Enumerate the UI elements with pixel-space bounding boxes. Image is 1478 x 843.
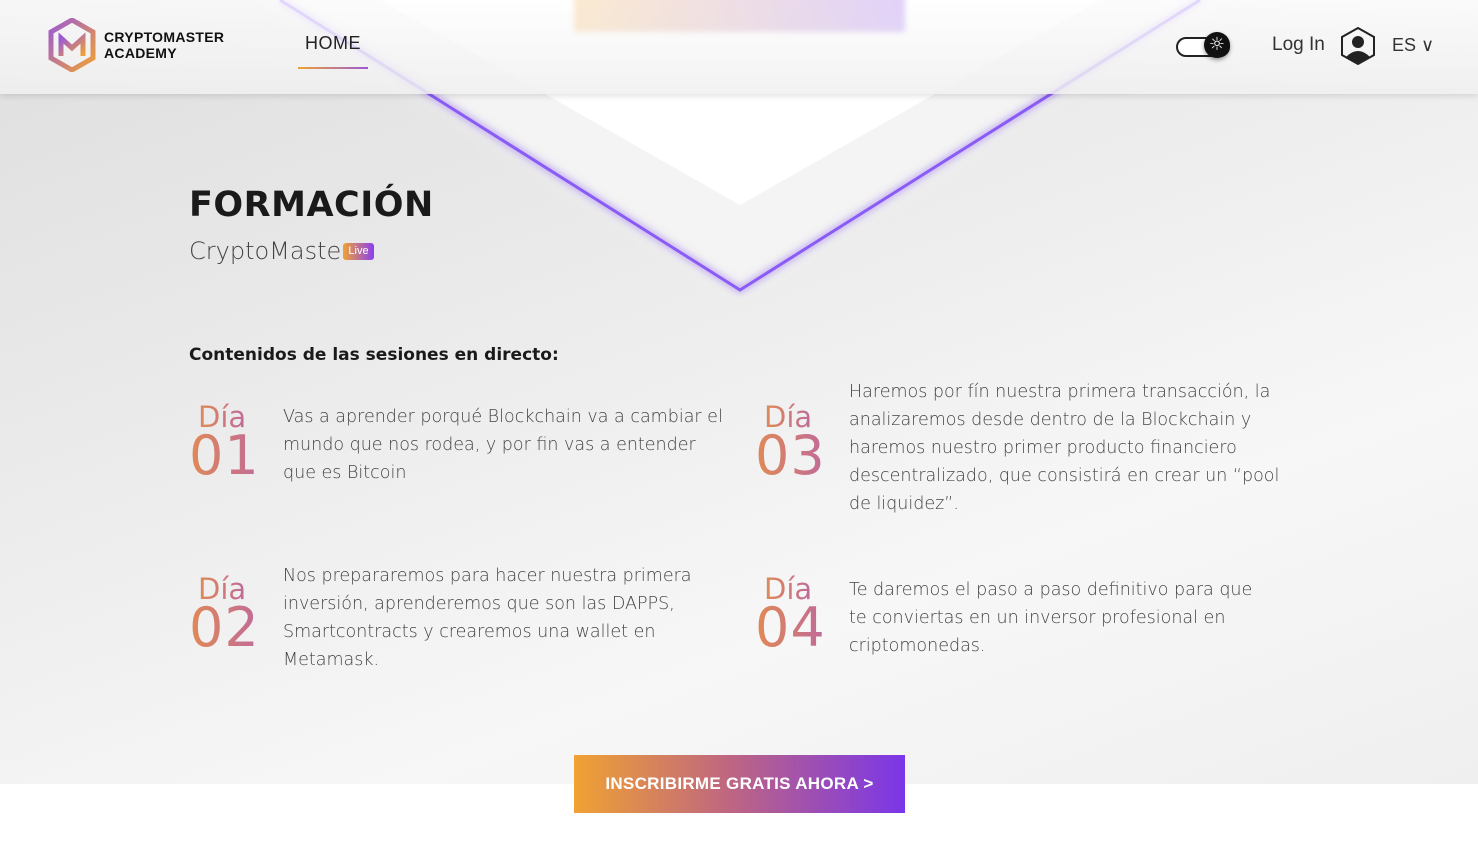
signup-free-button[interactable]: INSCRIBIRME GRATIS AHORA > (574, 755, 905, 813)
nav-home-link[interactable]: HOME (298, 33, 368, 69)
day-number: 01 (189, 424, 260, 487)
sessions-heading: Contenidos de las sesiones en directo: (189, 345, 559, 365)
day-description-01: Vas a aprender porqué Blockchain va a ca… (283, 407, 723, 483)
day-description-02: Nos prepararemos para hacer nuestra prim… (283, 566, 692, 670)
day-description-03: Haremos por fín nuestra primera transacc… (849, 382, 1280, 514)
language-selector[interactable]: ES ∨ (1392, 35, 1434, 56)
logo-line-2: ACADEMY (104, 45, 177, 61)
day-number: 03 (755, 424, 826, 487)
day-number: 04 (755, 596, 826, 659)
user-icon[interactable] (1340, 27, 1376, 65)
top-navigation: CRYPTOMASTER ACADEMY HOME Log In ES ∨ (0, 0, 1478, 94)
cryptomaster-logo-icon[interactable] (48, 18, 96, 72)
day-description-04: Te daremos el paso a paso definitivo par… (849, 580, 1253, 656)
live-badge: Live (343, 243, 374, 260)
sun-icon[interactable] (1204, 32, 1230, 58)
page-title: FORMACIÓN (189, 185, 434, 225)
login-link[interactable]: Log In (1272, 34, 1325, 56)
page-subtitle: CryptoMaster (189, 237, 352, 265)
logo-text[interactable]: CRYPTOMASTER ACADEMY (104, 29, 224, 61)
day-number: 02 (189, 596, 260, 659)
logo-line-1: CRYPTOMASTER (104, 29, 225, 45)
